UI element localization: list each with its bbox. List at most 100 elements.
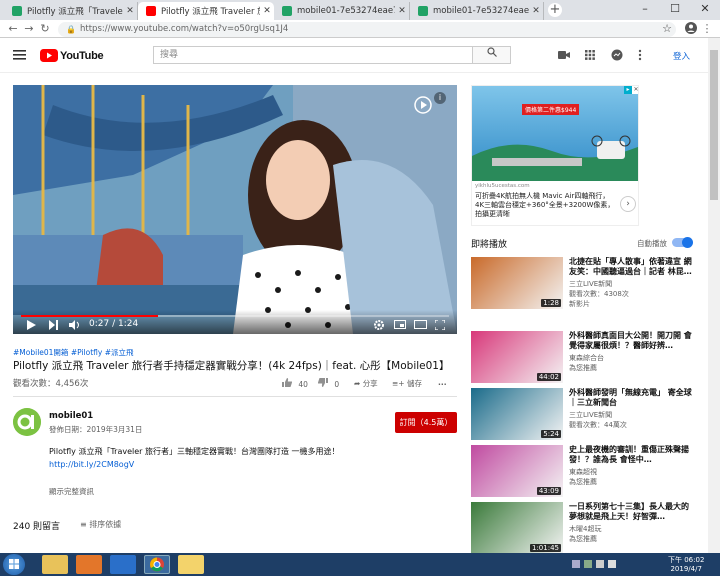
ad-banner: 價格第二件惠$944: [522, 104, 580, 115]
share-label: 分享: [362, 379, 378, 388]
watch-later-icon[interactable]: [413, 95, 433, 118]
browser-tab[interactable]: Pilotfly 派立飛「Traveler 旅行者」 ✕: [4, 2, 138, 20]
browser-tab[interactable]: mobile01-7e53274eae7bf181… ✕: [410, 2, 544, 20]
settings-kebab-icon[interactable]: [638, 49, 642, 64]
forward-arrow-icon[interactable]: →: [22, 22, 36, 36]
maximize-button[interactable]: ☐: [660, 0, 690, 18]
info-icon[interactable]: i: [434, 92, 446, 104]
recommended-video[interactable]: 43:09 史上最夜機的審訓！重傷正殊聲揚發！？誰為長 會怪中… 東森超視 為您…: [471, 445, 706, 500]
taskbar-clock[interactable]: 下午 06:02 2019/4/7: [668, 556, 704, 574]
settings-gear-icon[interactable]: [374, 320, 384, 333]
video-thumbnail[interactable]: 43:09: [471, 445, 563, 497]
search-input[interactable]: 搜尋: [153, 46, 473, 64]
media-player-icon[interactable]: [76, 555, 102, 574]
apps-grid-icon[interactable]: [585, 50, 595, 63]
clock-time: 下午 06:02: [668, 556, 705, 564]
tray-icon[interactable]: [584, 560, 592, 568]
search-placeholder: 搜尋: [160, 50, 179, 60]
subscribe-button[interactable]: 訂閱（4.5萬）: [395, 412, 457, 433]
ad-image: [472, 86, 638, 181]
search-button[interactable]: [473, 46, 511, 64]
autoplay-toggle[interactable]: [672, 237, 693, 248]
browser-tab[interactable]: mobile01-7e53274eae7bf181… ✕: [274, 2, 410, 20]
close-icon[interactable]: ✕: [529, 6, 543, 16]
tab-label: Pilotfly 派立飛「Traveler 旅行者」: [27, 7, 123, 17]
network-icon[interactable]: [596, 560, 604, 568]
youtube-logo[interactable]: YouTube: [40, 49, 104, 62]
browser-tab-active[interactable]: Pilotfly 派立飛 Traveler 旅行者手 ✕: [138, 2, 274, 20]
file-explorer-icon[interactable]: [42, 555, 68, 574]
like-button[interactable]: 40: [282, 378, 308, 389]
close-ad-icon[interactable]: ✕: [632, 86, 638, 94]
tray-icon[interactable]: [572, 560, 580, 568]
view-count: 觀看次數：4,456次: [13, 379, 89, 389]
channel-name[interactable]: mobile01: [49, 411, 93, 421]
sort-comments-button[interactable]: ≡ 排序依據: [80, 519, 121, 530]
video-channel: 東森超視: [569, 468, 597, 476]
speaker-icon[interactable]: [608, 560, 616, 568]
fullscreen-icon[interactable]: [434, 319, 446, 333]
close-icon[interactable]: ✕: [395, 6, 409, 16]
video-thumbnail[interactable]: 44:02: [471, 331, 563, 383]
save-button[interactable]: ≡+ 儲存: [392, 378, 422, 389]
next-icon[interactable]: [49, 320, 58, 333]
video-title: 外科醫師真面目大公開！開刀開 會覺得家屬很煩！？醫師好辨…: [569, 331, 692, 350]
chevron-right-icon[interactable]: ›: [620, 196, 636, 212]
more-actions-button[interactable]: ...: [438, 378, 447, 387]
hashtags[interactable]: #Mobile01開箱 #Pilotfly #派立飛: [13, 347, 133, 358]
upload-video-icon[interactable]: [558, 50, 570, 63]
address-bar-row: ← → ↻ 🔒 https://www.youtube.com/watch?v=…: [0, 20, 720, 38]
recommended-video[interactable]: 1:01:45 一日系列第七十三集】長人最大的夢想就是飛上天！好智彈… 木曜4超…: [471, 502, 706, 557]
start-button[interactable]: [3, 554, 25, 575]
video-player[interactable]: i 0:27 / 1:24: [13, 85, 457, 334]
recommended-video[interactable]: 1:28 北捷在貼「專人散事」依著違宣 網友笑：中國聽逼過台｜記者 林昆… 三立…: [471, 257, 706, 312]
video-thumbnail[interactable]: 5:24: [471, 388, 563, 440]
close-window-button[interactable]: ✕: [690, 0, 720, 18]
sticky-notes-icon[interactable]: [178, 555, 204, 574]
url-field[interactable]: 🔒 https://www.youtube.com/watch?v=o50rgU…: [58, 22, 676, 37]
recommended-video[interactable]: 5:24 外科醫師發明「無線充電」 寄全球｜三立新聞台 三立LIVE新聞 觀看次…: [471, 388, 706, 443]
ad-headline: 可折疊4K航拍無人機 Mavic Air四軸飛行，4K三軸雲台穩定+360°全景…: [475, 192, 615, 218]
menu-kebab-icon[interactable]: ⋮: [700, 22, 714, 36]
back-arrow-icon[interactable]: ←: [6, 22, 20, 36]
chrome-icon[interactable]: [144, 555, 170, 574]
play-icon[interactable]: [27, 320, 36, 333]
close-icon[interactable]: ✕: [123, 6, 137, 16]
recommended-video[interactable]: 44:02 外科醫師真面目大公開！開刀開 會覺得家屬很煩！？醫師好辨… 東森綜合…: [471, 331, 706, 386]
miniplayer-icon[interactable]: [394, 320, 406, 332]
scrollbar-thumb[interactable]: [710, 50, 718, 200]
reload-icon[interactable]: ↻: [38, 22, 52, 36]
channel-avatar[interactable]: [13, 408, 41, 436]
volume-icon[interactable]: [69, 320, 81, 333]
autoplay-label: 自動播放: [637, 239, 667, 248]
close-icon[interactable]: ✕: [260, 6, 274, 16]
theater-mode-icon[interactable]: [414, 320, 427, 332]
adchoices-icon[interactable]: ▸: [624, 86, 632, 94]
thumbs-up-icon: [282, 378, 292, 387]
minimize-button[interactable]: –: [630, 0, 660, 18]
page-scrollbar[interactable]: [708, 38, 720, 553]
video-thumbnail[interactable]: 1:28: [471, 257, 563, 309]
account-icon[interactable]: [684, 22, 698, 36]
thumbs-down-icon: [318, 378, 328, 387]
hamburger-menu-icon[interactable]: [13, 49, 27, 61]
video-duration: 5:24: [541, 430, 561, 438]
messages-icon[interactable]: [611, 49, 623, 64]
show-more-button[interactable]: 顯示完整資訊: [49, 486, 94, 497]
clock-date: 2019/4/7: [670, 565, 702, 573]
login-link[interactable]: 登入: [673, 50, 690, 62]
ad-domain: yikhlu5ucestas.com: [475, 183, 530, 189]
browser-tab-strip: Pilotfly 派立飛「Traveler 旅行者」 ✕ Pilotfly 派立…: [0, 0, 720, 20]
sort-icon: ≡: [80, 520, 87, 529]
description-link[interactable]: http://bit.ly/2CM8ogV: [49, 460, 134, 469]
internet-explorer-icon[interactable]: [110, 555, 136, 574]
star-icon[interactable]: ☆: [660, 22, 674, 36]
share-button[interactable]: ➦ 分享: [354, 378, 378, 389]
video-description: Pilotfly 派立飛「Traveler 旅行者」三軸穩定器實戰！台灣團隊打造…: [49, 447, 340, 456]
video-thumbnail[interactable]: 1:01:45: [471, 502, 563, 554]
new-tab-button[interactable]: +: [548, 3, 562, 17]
display-ad[interactable]: 價格第二件惠$944 yikhlu5ucestas.com 可折疊4K航拍無人機…: [471, 85, 639, 226]
video-duration: 43:09: [536, 487, 561, 495]
progress-bar[interactable]: [21, 315, 449, 317]
dislike-button[interactable]: 0: [318, 378, 339, 389]
